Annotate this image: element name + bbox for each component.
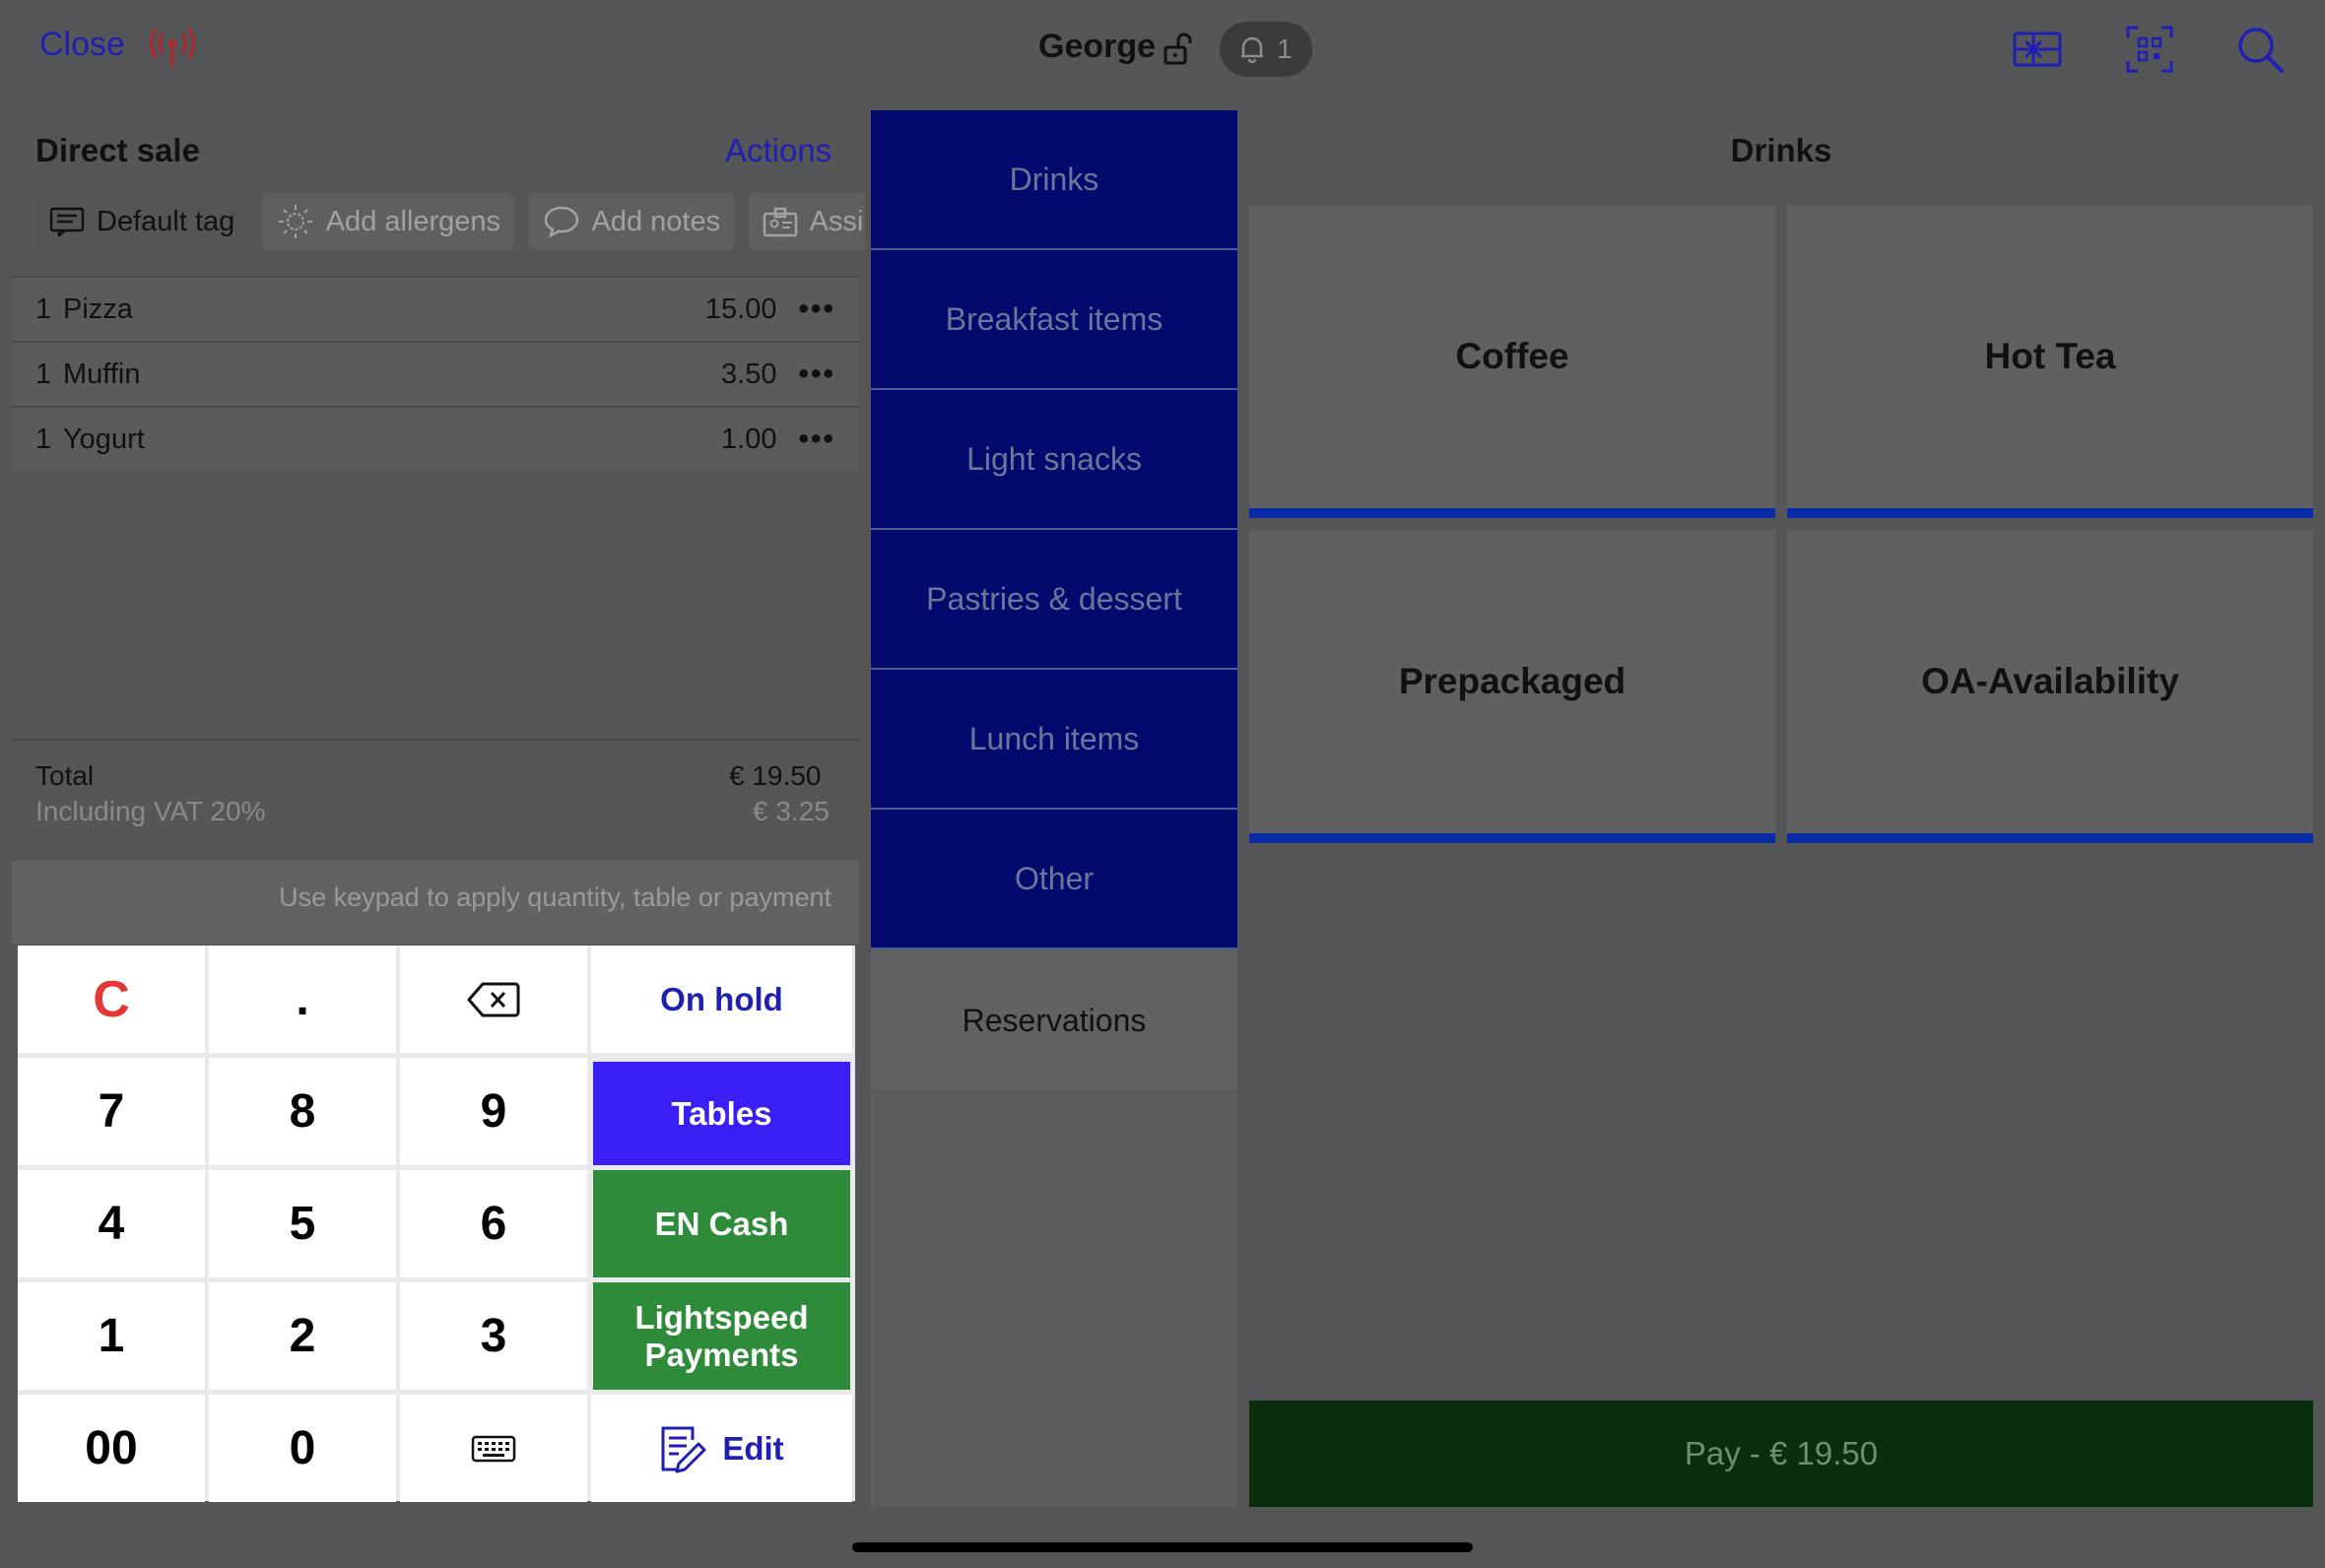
ticket-line[interactable]: 1 Yogurt 1.00 ••• [12, 406, 859, 471]
line-price: 3.50 [721, 358, 777, 390]
notifications-button[interactable]: 1 [1220, 22, 1312, 77]
category-other[interactable]: Other [871, 810, 1237, 949]
home-indicator [852, 1542, 1473, 1552]
tables-button[interactable]: Tables [593, 1062, 850, 1165]
more-icon[interactable]: ••• [798, 358, 835, 391]
key-1[interactable]: 1 [18, 1282, 205, 1390]
on-hold-button[interactable]: On hold [591, 946, 852, 1053]
key-3[interactable]: 3 [400, 1282, 587, 1390]
more-icon[interactable]: ••• [798, 293, 835, 326]
keyboard-icon [471, 1435, 516, 1462]
close-button[interactable]: Close [39, 26, 125, 64]
tag-icon [49, 207, 85, 236]
category-reservations[interactable]: Reservations [871, 949, 1237, 1091]
line-price: 15.00 [704, 293, 777, 325]
add-allergens-chip[interactable]: Add allergens [262, 193, 515, 250]
product-grid-title: Drinks [1730, 132, 1832, 168]
category-list: Drinks Breakfast items Light snacks Past… [871, 110, 1237, 1091]
pay-button[interactable]: Pay - € 19.50 [1249, 1401, 2313, 1507]
assign-icon [763, 207, 797, 237]
vat-value: € 3.25 [753, 796, 830, 826]
keypad-hint-bar: Use keypad to apply quantity, table or p… [12, 861, 859, 944]
keypad-hint: Use keypad to apply quantity, table or p… [279, 882, 831, 912]
allergen-icon [278, 205, 312, 238]
category-lunch-items[interactable]: Lunch items [871, 670, 1237, 810]
lock-icon [1163, 33, 1192, 65]
lightspeed-payments-button[interactable]: Lightspeed Payments [593, 1282, 850, 1390]
key-4[interactable]: 4 [18, 1170, 205, 1277]
keypad: C . On hold 7 8 9 Tables 4 5 6 EN Cash 1… [18, 946, 855, 1502]
search-icon[interactable] [2232, 22, 2288, 77]
category-pastries-dessert[interactable]: Pastries & dessert [871, 530, 1237, 670]
top-bar: Close George 1 [0, 0, 2325, 98]
notification-count: 1 [1277, 33, 1293, 64]
product-oa-availability[interactable]: OA-Availability [1787, 530, 2313, 843]
key-7[interactable]: 7 [18, 1058, 205, 1165]
key-9[interactable]: 9 [400, 1058, 587, 1165]
line-qty: 1 [35, 423, 52, 455]
key-8[interactable]: 8 [209, 1058, 396, 1165]
key-5[interactable]: 5 [209, 1170, 396, 1277]
key-6[interactable]: 6 [400, 1170, 587, 1277]
totals-divider [12, 739, 859, 741]
line-name: Muffin [63, 358, 141, 390]
lightspeed-label-line1: Lightspeed [634, 1298, 809, 1336]
edit-label: Edit [722, 1429, 784, 1467]
chip-label: Add allergens [325, 205, 501, 237]
product-coffee[interactable]: Coffee [1249, 205, 1775, 518]
ticket-title: Direct sale [35, 132, 200, 168]
clear-key[interactable]: C [18, 946, 205, 1053]
key-0[interactable]: 0 [209, 1395, 396, 1502]
chip-label: Add notes [591, 205, 721, 237]
signal-icon [150, 28, 195, 67]
chip-label: Default tag [97, 205, 235, 237]
bell-icon [1241, 36, 1264, 63]
lightspeed-label-line2: Payments [644, 1336, 799, 1373]
decimal-key[interactable]: . [209, 946, 396, 1053]
total-label: Total [35, 760, 95, 791]
ticket-chips: Default tag Add allergens Add notes Assi [35, 193, 865, 250]
qr-scan-icon[interactable] [2122, 22, 2177, 77]
keyboard-key[interactable] [400, 1395, 587, 1502]
line-qty: 1 [35, 358, 52, 390]
ticket-line[interactable]: 1 Muffin 3.50 ••• [12, 341, 859, 406]
more-icon[interactable]: ••• [798, 423, 835, 456]
cash-payment-button[interactable]: EN Cash [593, 1170, 850, 1277]
backspace-key[interactable] [400, 946, 587, 1053]
line-name: Pizza [63, 293, 133, 325]
line-price: 1.00 [721, 423, 777, 455]
assign-chip[interactable]: Assi [748, 193, 865, 250]
total-value: € 19.50 [729, 760, 822, 791]
backspace-icon [467, 982, 520, 1016]
product-hot-tea[interactable]: Hot Tea [1787, 205, 2313, 518]
category-light-snacks[interactable]: Light snacks [871, 390, 1237, 530]
edit-icon [661, 1426, 706, 1472]
category-list-empty-area [871, 1089, 1237, 1507]
key-2[interactable]: 2 [209, 1282, 396, 1390]
chip-label: Assi [809, 205, 864, 237]
line-qty: 1 [35, 293, 52, 325]
product-prepackaged[interactable]: Prepackaged [1249, 530, 1775, 843]
user-name[interactable]: George [1038, 28, 1156, 66]
category-breakfast-items[interactable]: Breakfast items [871, 250, 1237, 390]
line-name: Yogurt [63, 423, 145, 455]
actions-button[interactable]: Actions [725, 132, 831, 169]
notes-icon [544, 206, 578, 238]
gift-card-icon[interactable] [2010, 22, 2065, 77]
default-tag-chip[interactable]: Default tag [35, 193, 249, 250]
ticket-lines: 1 Pizza 15.00 ••• 1 Muffin 3.50 ••• 1 Yo… [12, 276, 859, 471]
category-drinks[interactable]: Drinks [871, 110, 1237, 250]
ticket-line[interactable]: 1 Pizza 15.00 ••• [12, 276, 859, 341]
add-notes-chip[interactable]: Add notes [528, 193, 735, 250]
vat-label: Including VAT 20% [35, 796, 266, 826]
edit-button[interactable]: Edit [591, 1395, 852, 1502]
key-00[interactable]: 00 [18, 1395, 205, 1502]
